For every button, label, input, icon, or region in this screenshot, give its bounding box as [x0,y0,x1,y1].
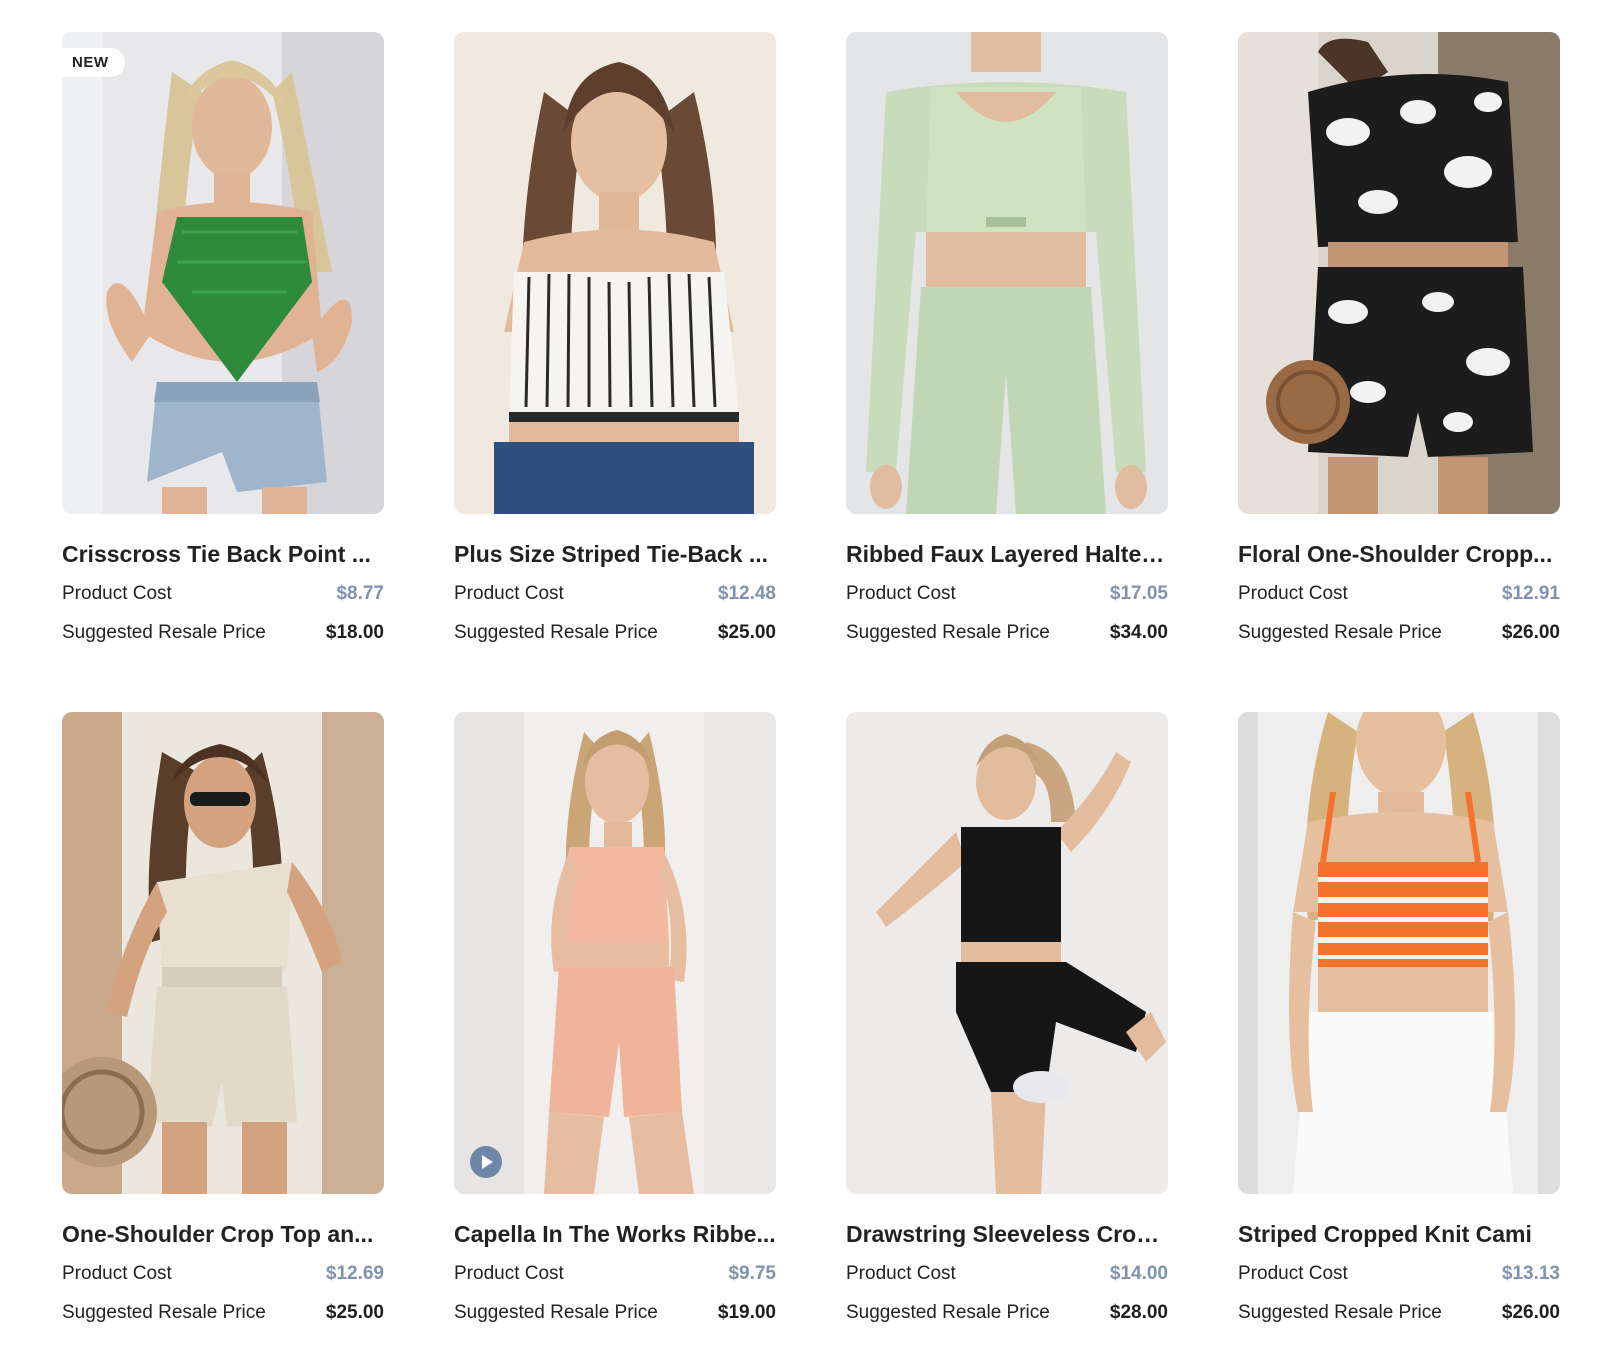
resale-price-label: Suggested Resale Price [62,622,266,643]
product-title[interactable]: Floral One-Shoulder Cropp... [1238,540,1560,568]
resale-price-value: $26.00 [1501,1302,1560,1323]
product-cost-value: $8.77 [336,583,384,604]
resale-price-row: Suggested Resale Price $28.00 [846,1301,1168,1325]
product-image[interactable] [62,712,384,1194]
product-cost-label: Product Cost [454,1263,564,1284]
product-cost-row: Product Cost $12.69 [62,1262,384,1286]
resale-price-value: $25.00 [325,1302,384,1323]
resale-price-label: Suggested Resale Price [1238,622,1442,643]
resale-price-label: Suggested Resale Price [846,1302,1050,1323]
resale-price-row: Suggested Resale Price $25.00 [454,621,776,645]
product-cost-value: $12.91 [1501,583,1560,604]
product-cost-row: Product Cost $12.91 [1238,582,1560,606]
resale-price-value: $28.00 [1109,1302,1168,1323]
product-cost-value: $9.75 [728,1263,776,1284]
product-title[interactable]: Capella In The Works Ribbe... [454,1220,776,1248]
product-cost-row: Product Cost $17.05 [846,582,1168,606]
product-image[interactable] [1238,712,1560,1194]
resale-price-label: Suggested Resale Price [1238,1302,1442,1323]
resale-price-value: $25.00 [717,622,776,643]
resale-price-label: Suggested Resale Price [846,622,1050,643]
new-badge: NEW [62,48,125,77]
product-title[interactable]: Striped Cropped Knit Cami [1238,1220,1560,1248]
product-title[interactable]: Drawstring Sleeveless Crop... [846,1220,1168,1248]
resale-price-row: Suggested Resale Price $26.00 [1238,621,1560,645]
product-cost-row: Product Cost $14.00 [846,1262,1168,1286]
product-cost-row: Product Cost $9.75 [454,1262,776,1286]
product-card[interactable]: Plus Size Striped Tie-Back ... Product C… [454,32,776,712]
product-cost-row: Product Cost $12.48 [454,582,776,606]
product-cost-row: Product Cost $13.13 [1238,1262,1560,1286]
resale-price-row: Suggested Resale Price $25.00 [62,1301,384,1325]
product-title[interactable]: Crisscross Tie Back Point ... [62,540,384,568]
product-image[interactable] [454,712,776,1194]
product-cost-label: Product Cost [62,1263,172,1284]
product-card[interactable]: NEW Crisscross Tie Back Point ... Produc… [62,32,384,712]
product-image[interactable] [846,712,1168,1194]
product-image[interactable] [846,32,1168,514]
resale-price-value: $26.00 [1501,622,1560,643]
resale-price-value: $34.00 [1109,622,1168,643]
product-grid: NEW Crisscross Tie Back Point ... Produc… [62,32,1562,1372]
product-cost-value: $12.69 [325,1263,384,1284]
play-icon[interactable] [470,1146,502,1178]
product-image[interactable]: NEW [62,32,384,514]
product-cost-label: Product Cost [846,1263,956,1284]
product-title[interactable]: One-Shoulder Crop Top an... [62,1220,384,1248]
product-cost-row: Product Cost $8.77 [62,582,384,606]
resale-price-row: Suggested Resale Price $34.00 [846,621,1168,645]
product-title[interactable]: Ribbed Faux Layered Halter... [846,540,1168,568]
resale-price-value: $19.00 [717,1302,776,1323]
product-cost-value: $17.05 [1109,583,1168,604]
resale-price-label: Suggested Resale Price [454,1302,658,1323]
product-card[interactable]: Drawstring Sleeveless Crop... Product Co… [846,712,1168,1372]
resale-price-row: Suggested Resale Price $26.00 [1238,1301,1560,1325]
product-image[interactable] [454,32,776,514]
resale-price-value: $18.00 [325,622,384,643]
resale-price-row: Suggested Resale Price $19.00 [454,1301,776,1325]
product-cost-label: Product Cost [1238,583,1348,604]
product-cost-value: $13.13 [1501,1263,1560,1284]
product-card[interactable]: Floral One-Shoulder Cropp... Product Cos… [1238,32,1560,712]
product-image[interactable] [1238,32,1560,514]
resale-price-label: Suggested Resale Price [454,622,658,643]
product-card[interactable]: Ribbed Faux Layered Halter... Product Co… [846,32,1168,712]
resale-price-row: Suggested Resale Price $18.00 [62,621,384,645]
resale-price-label: Suggested Resale Price [62,1302,266,1323]
product-cost-label: Product Cost [846,583,956,604]
product-card[interactable]: Striped Cropped Knit Cami Product Cost $… [1238,712,1560,1372]
product-cost-value: $14.00 [1109,1263,1168,1284]
product-cost-value: $12.48 [717,583,776,604]
product-card[interactable]: One-Shoulder Crop Top an... Product Cost… [62,712,384,1372]
product-cost-label: Product Cost [1238,1263,1348,1284]
product-card[interactable]: Capella In The Works Ribbe... Product Co… [454,712,776,1372]
product-title[interactable]: Plus Size Striped Tie-Back ... [454,540,776,568]
product-cost-label: Product Cost [454,583,564,604]
product-cost-label: Product Cost [62,583,172,604]
